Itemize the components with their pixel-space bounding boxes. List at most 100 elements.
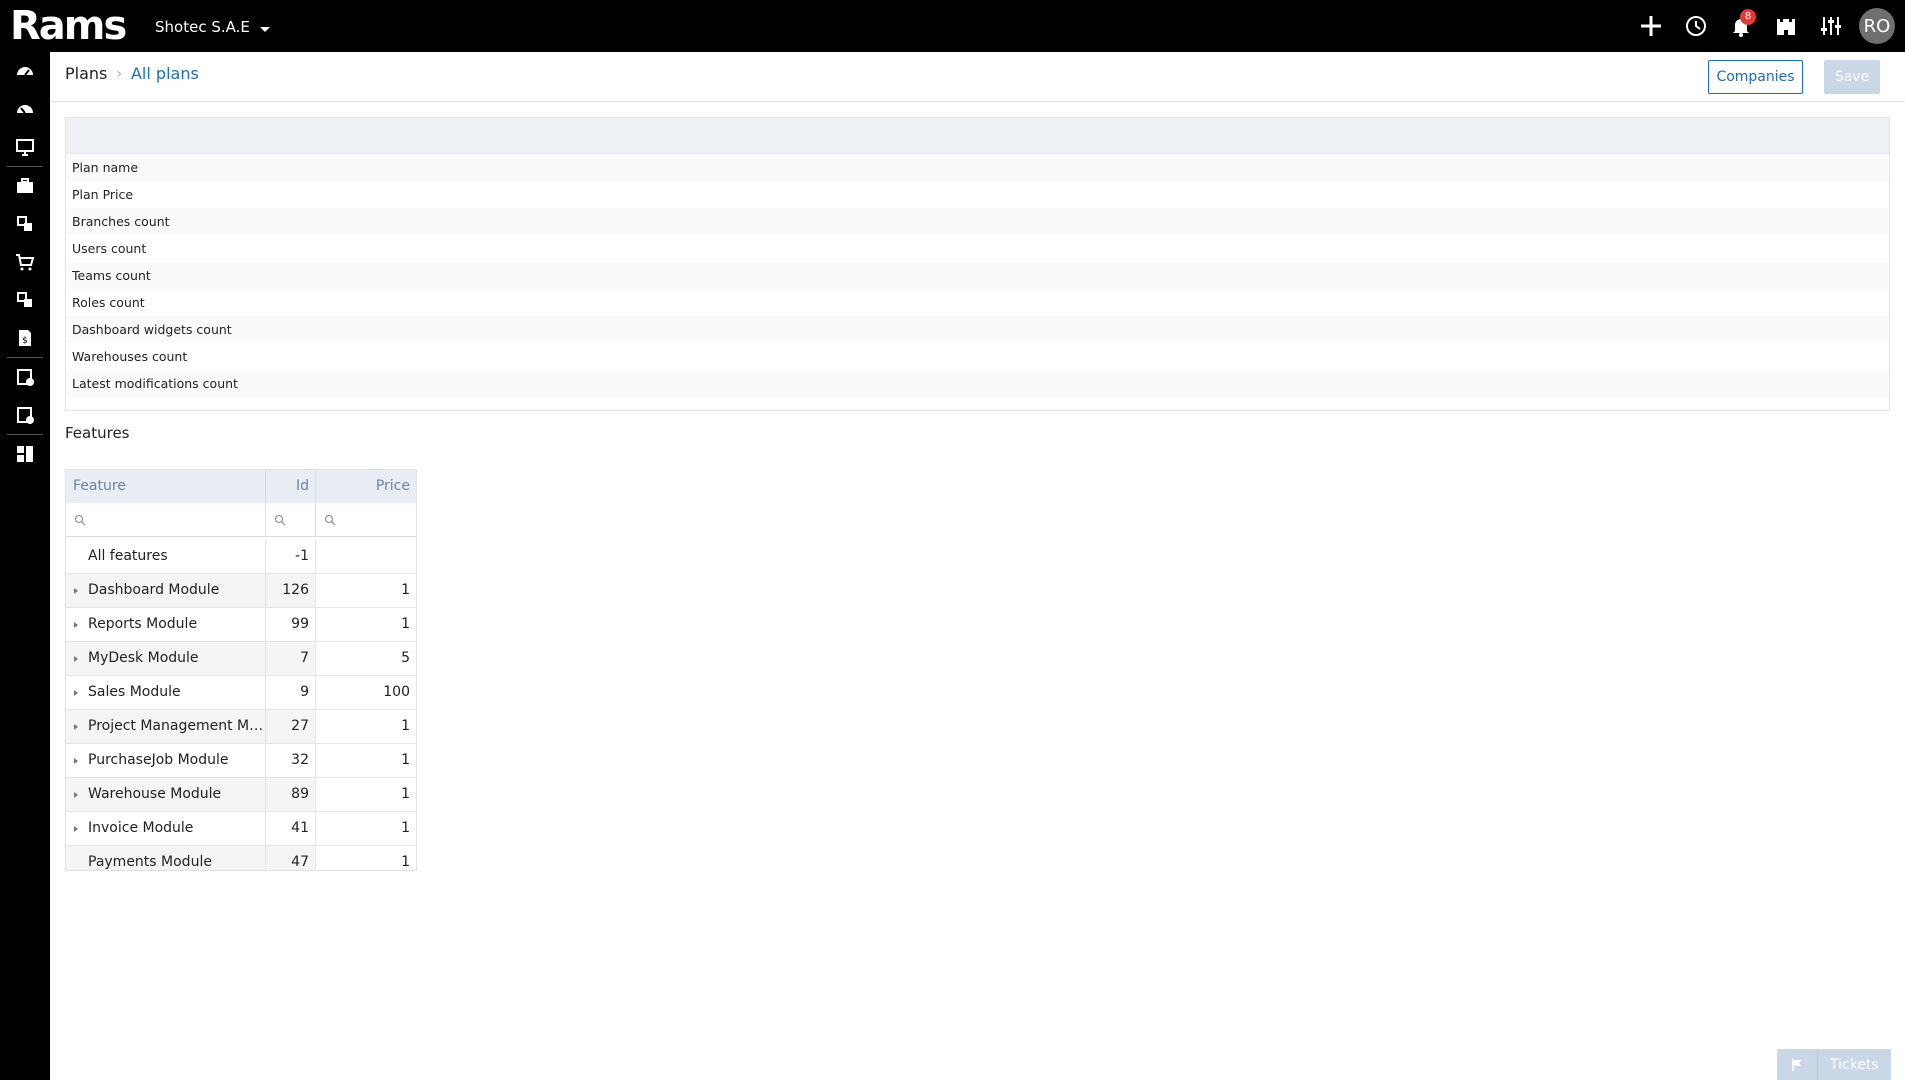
gauge-icon [17, 67, 33, 76]
table-row[interactable]: Sales Module 9 100 [66, 676, 416, 710]
user-avatar[interactable]: RO [1859, 8, 1895, 44]
top-actions: 8 RO [1628, 0, 1905, 52]
top-bar: Rams Shotec S.A.E 8 RO [0, 0, 1905, 52]
branch-button[interactable] [1763, 0, 1808, 52]
plan-form-header [66, 118, 1889, 154]
breadcrumb: Plans › All plans [65, 64, 199, 83]
sidebar-item-desk[interactable] [0, 128, 50, 166]
filter-id[interactable] [266, 503, 316, 536]
table-row[interactable]: Project Management Module 27 1 [66, 710, 416, 744]
flag-icon [1777, 1049, 1818, 1080]
feature-id: 7 [266, 642, 316, 675]
sidebar-item-dashboard[interactable] [0, 52, 50, 90]
add-button[interactable] [1628, 0, 1673, 52]
feature-name: Warehouse Module [88, 786, 222, 802]
expand-arrow-icon[interactable] [74, 724, 78, 730]
features-grid: Feature Id Price All features -1 Dashboa… [65, 469, 417, 871]
expand-arrow-icon[interactable] [74, 656, 78, 662]
page-header: Plans › All plans Companies Save [50, 52, 1905, 102]
table-row[interactable]: All features -1 [66, 540, 416, 574]
castle-icon [1776, 19, 1795, 35]
feature-id: 41 [266, 812, 316, 845]
search-icon [74, 514, 86, 525]
sidebar-item-purchases[interactable] [0, 243, 50, 281]
feature-name: All features [66, 540, 266, 573]
sidebar-item-approvals[interactable] [0, 358, 50, 396]
feature-name-cell: Dashboard Module [66, 574, 266, 607]
grid-body: All features -1 Dashboard Module 126 1 R… [66, 540, 416, 870]
breadcrumb-plans[interactable]: Plans [65, 64, 107, 83]
notifications-button[interactable]: 8 [1718, 0, 1763, 52]
feature-name: PurchaseJob Module [88, 752, 229, 768]
search-icon [274, 514, 286, 525]
feature-price: 1 [401, 616, 410, 632]
table-row[interactable]: Invoice Module 41 1 [66, 812, 416, 846]
filter-feature[interactable] [66, 503, 266, 536]
feature-id: 27 [266, 710, 316, 743]
feature-id: 99 [266, 608, 316, 641]
document-check-icon [17, 369, 34, 386]
field-branches-count[interactable]: Branches count [66, 208, 1889, 235]
sidebar-item-dashboard-2[interactable] [0, 90, 50, 128]
expand-arrow-icon[interactable] [74, 758, 78, 764]
grid-filter-row [66, 503, 416, 537]
search-icon [324, 514, 336, 525]
table-row[interactable]: PurchaseJob Module 32 1 [66, 744, 416, 778]
feature-name: Payments Module [66, 846, 266, 870]
field-roles-count[interactable]: Roles count [66, 289, 1889, 316]
svg-text:$: $ [22, 336, 28, 346]
table-row[interactable]: Dashboard Module 126 1 [66, 574, 416, 608]
app-logo[interactable]: Rams [10, 3, 127, 49]
monitor-icon [16, 139, 34, 156]
column-header-price[interactable]: Price [316, 470, 416, 503]
feature-name-cell: MyDesk Module [66, 642, 266, 675]
feature-name: Project Management Module [88, 718, 266, 734]
table-row[interactable]: Reports Module 99 1 [66, 608, 416, 642]
sidebar-item-invoices[interactable]: $ [0, 319, 50, 357]
chevron-right-icon: › [116, 65, 122, 82]
companies-button[interactable]: Companies [1708, 60, 1803, 94]
column-header-feature[interactable]: Feature [66, 470, 266, 503]
sidebar-item-modules[interactable] [0, 205, 50, 243]
chevron-down-icon [259, 26, 270, 32]
company-name: Shotec S.A.E [155, 18, 250, 36]
sidebar-item-plans[interactable] [0, 435, 50, 473]
feature-name-cell: Project Management Module [66, 710, 266, 743]
sidebar-item-warehouse[interactable] [0, 281, 50, 319]
table-row[interactable]: Warehouse Module 89 1 [66, 778, 416, 812]
table-row[interactable]: MyDesk Module 7 5 [66, 642, 416, 676]
history-button[interactable] [1673, 0, 1718, 52]
sidebar-item-reports[interactable] [0, 396, 50, 434]
expand-arrow-icon[interactable] [74, 622, 78, 628]
expand-arrow-icon[interactable] [74, 588, 78, 594]
feature-price: 1 [401, 854, 410, 870]
table-row[interactable]: Payments Module 47 1 [66, 846, 416, 870]
field-latest-modifications-count[interactable]: Latest modifications count [66, 370, 1889, 397]
plus-icon [1640, 16, 1661, 36]
company-selector[interactable]: Shotec S.A.E [155, 18, 270, 36]
expand-arrow-icon[interactable] [74, 826, 78, 832]
field-plan-price[interactable]: Plan Price [66, 181, 1889, 208]
settings-button[interactable] [1808, 0, 1853, 52]
column-header-id[interactable]: Id [266, 470, 316, 503]
plan-form-fields: Plan name Plan Price Branches count User… [66, 154, 1889, 397]
filter-price[interactable] [316, 503, 416, 536]
plan-form: Plan name Plan Price Branches count User… [65, 117, 1890, 411]
briefcase-icon [17, 178, 33, 193]
field-warehouses-count[interactable]: Warehouses count [66, 343, 1889, 370]
expand-arrow-icon[interactable] [74, 690, 78, 696]
save-button[interactable]: Save [1824, 60, 1880, 94]
tickets-button[interactable]: Tickets [1777, 1049, 1891, 1080]
field-plan-name[interactable]: Plan name [66, 154, 1889, 181]
notification-badge: 8 [1740, 9, 1756, 25]
feature-price: 1 [401, 786, 410, 802]
expand-arrow-icon[interactable] [74, 792, 78, 798]
field-dashboard-widgets-count[interactable]: Dashboard widgets count [66, 316, 1889, 343]
feature-price: 5 [401, 650, 410, 666]
sidebar-item-projects[interactable] [0, 167, 50, 205]
breadcrumb-all-plans[interactable]: All plans [131, 64, 199, 83]
field-teams-count[interactable]: Teams count [66, 262, 1889, 289]
field-users-count[interactable]: Users count [66, 235, 1889, 262]
feature-name-cell: Warehouse Module [66, 778, 266, 811]
grid-header: Feature Id Price [66, 470, 416, 503]
